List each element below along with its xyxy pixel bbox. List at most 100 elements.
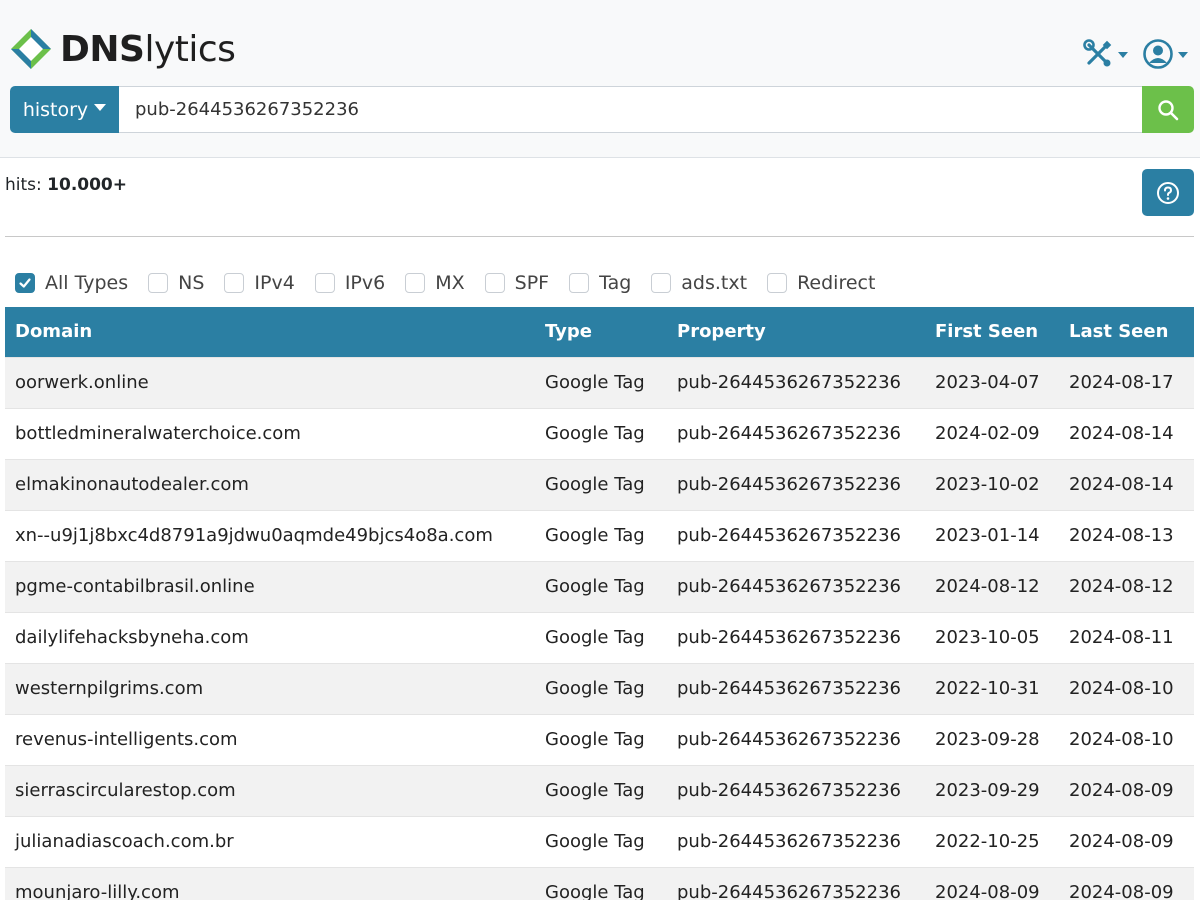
cell-property: pub-2644536267352236: [667, 458, 925, 510]
cell-domain[interactable]: revenus-intelligents.com: [5, 713, 535, 765]
cell-property: pub-2644536267352236: [667, 713, 925, 765]
filter-label: SPF: [514, 272, 550, 294]
header-bar: DNSlytics history: [0, 0, 1200, 158]
filter-spf[interactable]: SPF: [484, 272, 550, 294]
cell-first-seen: 2023-10-02: [925, 458, 1059, 510]
hits-count: hits: 10.000+: [5, 175, 127, 195]
hits-label: hits:: [5, 175, 42, 195]
cell-first-seen: 2023-01-14: [925, 509, 1059, 561]
column-header-property[interactable]: Property: [667, 307, 925, 357]
cell-domain[interactable]: westernpilgrims.com: [5, 662, 535, 714]
cell-domain[interactable]: julianadiascoach.com.br: [5, 815, 535, 867]
checkbox[interactable]: [148, 273, 169, 293]
filter-redirect[interactable]: Redirect: [767, 272, 875, 294]
table-header-row: Domain Type Property First Seen Last See…: [5, 307, 1194, 357]
brand-name-light: lytics: [144, 28, 236, 70]
filter-label: ads.txt: [681, 272, 748, 294]
search-input[interactable]: [119, 86, 1142, 133]
tools-icon: [1083, 39, 1112, 67]
filter-ads-txt[interactable]: ads.txt: [651, 272, 747, 294]
table-row[interactable]: revenus-intelligents.com Google Tag pub-26…: [5, 713, 1194, 765]
cell-first-seen: 2023-09-28: [925, 713, 1059, 765]
cell-type: Google Tag: [535, 815, 667, 867]
checkbox[interactable]: [314, 273, 335, 293]
checkbox[interactable]: [405, 273, 426, 293]
search-bar: history: [10, 86, 1194, 133]
tools-menu-button[interactable]: [1082, 38, 1128, 70]
filter-tag[interactable]: Tag: [569, 272, 631, 294]
checkbox[interactable]: [224, 273, 245, 293]
cell-last-seen: 2024-08-09: [1059, 764, 1194, 816]
cell-property: pub-2644536267352236: [667, 560, 925, 612]
history-dropdown-button[interactable]: history: [10, 86, 119, 133]
brand-name-bold: DNS: [60, 28, 145, 70]
filter-ns[interactable]: NS: [148, 272, 204, 294]
results-table: Domain Type Property First Seen Last See…: [5, 307, 1194, 900]
checkbox[interactable]: [767, 273, 788, 293]
search-icon: [1158, 99, 1179, 120]
help-button[interactable]: [1142, 169, 1194, 216]
cell-first-seen: 2023-10-05: [925, 611, 1059, 663]
cell-first-seen: 2024-08-09: [925, 866, 1059, 900]
logo[interactable]: DNSlytics: [10, 26, 236, 72]
filter-ipv4[interactable]: IPv4: [224, 272, 295, 294]
filter-ipv6[interactable]: IPv6: [314, 272, 385, 294]
cell-last-seen: 2024-08-13: [1059, 509, 1194, 561]
filter-label: Redirect: [797, 272, 876, 294]
cell-domain[interactable]: bottledmineralwaterchoice.com: [5, 407, 535, 459]
search-button[interactable]: [1142, 86, 1194, 133]
logo-mark-icon: [11, 29, 51, 69]
table-row[interactable]: oorwerk.online Google Tag pub-264453626735…: [5, 356, 1194, 408]
cell-property: pub-2644536267352236: [667, 764, 925, 816]
column-header-first-seen[interactable]: First Seen: [925, 307, 1059, 357]
filter-label: Tag: [599, 272, 632, 294]
table-row[interactable]: bottledmineralwaterchoice.com Google Tag p…: [5, 407, 1194, 459]
cell-domain[interactable]: elmakinonautodealer.com: [5, 458, 535, 510]
column-header-domain[interactable]: Domain: [5, 307, 535, 357]
checkbox-checked[interactable]: [15, 273, 35, 293]
table-row[interactable]: westernpilgrims.com Google Tag pub-2644536…: [5, 662, 1194, 714]
cell-property: pub-2644536267352236: [667, 662, 925, 714]
table-row[interactable]: mounjaro-lilly.com Google Tag pub-26445362…: [5, 866, 1194, 900]
cell-type: Google Tag: [535, 611, 667, 663]
cell-first-seen: 2023-09-29: [925, 764, 1059, 816]
chevron-down-icon: [94, 104, 107, 111]
cell-type: Google Tag: [535, 356, 667, 408]
cell-last-seen: 2024-08-10: [1059, 713, 1194, 765]
column-header-type[interactable]: Type: [535, 307, 667, 357]
divider: [5, 236, 1194, 237]
cell-domain[interactable]: mounjaro-lilly.com: [5, 866, 535, 900]
type-filters: All Types NS IPv4 IPv6 MX SPF Tag ads.txt Redire…: [15, 271, 895, 295]
table-row[interactable]: sierrascircularestop.com Google Tag pub-26…: [5, 764, 1194, 816]
table-row[interactable]: dailylifehacksbyneha.com Google Tag pub-26…: [5, 611, 1194, 663]
table-row[interactable]: xn--u9j1j8bxc4d8791a9jdwu0aqmde49bjcs4o8…: [5, 509, 1194, 561]
cell-domain[interactable]: oorwerk.online: [5, 356, 535, 408]
cell-first-seen: 2023-04-07: [925, 356, 1059, 408]
filter-mx[interactable]: MX: [405, 272, 465, 294]
cell-last-seen: 2024-08-10: [1059, 662, 1194, 714]
cell-last-seen: 2024-08-14: [1059, 458, 1194, 510]
table-row[interactable]: julianadiascoach.com.br Google Tag pub-264…: [5, 815, 1194, 867]
help-icon: [1157, 181, 1179, 204]
table-row[interactable]: elmakinonautodealer.com Google Tag pub-264…: [5, 458, 1194, 510]
hits-value: 10.000+: [47, 175, 128, 195]
filter-all-types[interactable]: All Types: [15, 272, 128, 294]
cell-property: pub-2644536267352236: [667, 866, 925, 900]
cell-domain[interactable]: dailylifehacksbyneha.com: [5, 611, 535, 663]
cell-domain[interactable]: pgme-contabilbrasil.online: [5, 560, 535, 612]
cell-domain[interactable]: sierrascircularestop.com: [5, 764, 535, 816]
user-menu-button[interactable]: [1142, 38, 1188, 70]
checkbox[interactable]: [651, 273, 672, 293]
column-header-last-seen[interactable]: Last Seen: [1059, 307, 1194, 357]
checkbox[interactable]: [569, 273, 590, 293]
cell-first-seen: 2024-08-12: [925, 560, 1059, 612]
checkbox[interactable]: [484, 273, 505, 293]
table-row[interactable]: pgme-contabilbrasil.online Google Tag pub-…: [5, 560, 1194, 612]
cell-property: pub-2644536267352236: [667, 356, 925, 408]
filter-label: IPv4: [254, 272, 295, 294]
cell-last-seen: 2024-08-14: [1059, 407, 1194, 459]
cell-type: Google Tag: [535, 458, 667, 510]
header-icons: [1082, 38, 1188, 70]
cell-type: Google Tag: [535, 866, 667, 900]
cell-domain[interactable]: xn--u9j1j8bxc4d8791a9jdwu0aqmde49bjcs4o8…: [5, 509, 535, 561]
